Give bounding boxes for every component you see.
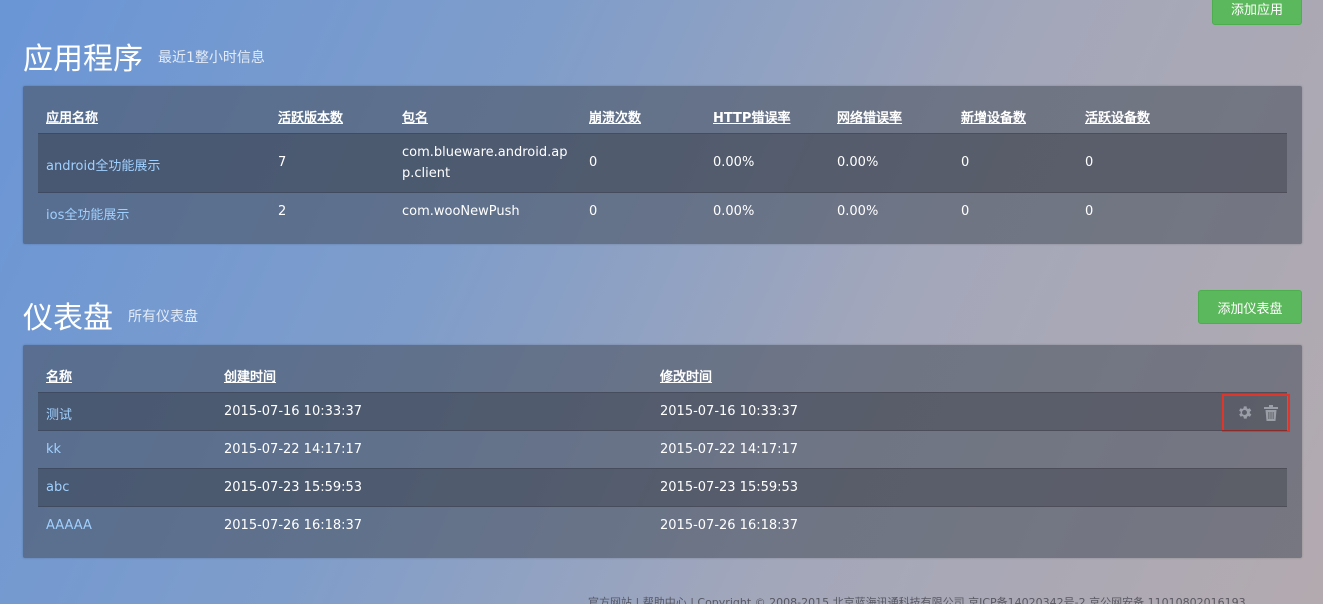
- app-name-link[interactable]: ios全功能展示: [46, 204, 129, 223]
- modified-time: 2015-07-26 16:18:37: [660, 518, 799, 533]
- col-header-active-versions[interactable]: 活跃版本数: [278, 107, 343, 126]
- http-error-value: 0.00%: [713, 204, 755, 219]
- network-error-value: 0.00%: [837, 155, 879, 170]
- new-devices-value: 0: [961, 155, 970, 170]
- modified-time: 2015-07-16 10:33:37: [660, 404, 799, 419]
- dashboard-name-link[interactable]: AAAAA: [46, 518, 92, 533]
- dashboard-name-link[interactable]: 测试: [46, 404, 72, 423]
- active-devices-value: 0: [1085, 204, 1094, 219]
- dashboard-name-link[interactable]: kk: [46, 442, 61, 457]
- dashboards-section-title: 仪表盘: [23, 301, 113, 336]
- package-name-value: com.blueware.android.ap: [402, 145, 568, 160]
- new-devices-value: 0: [961, 204, 970, 219]
- created-time: 2015-07-16 10:33:37: [224, 404, 363, 419]
- crashes-value: 0: [589, 204, 598, 219]
- gear-icon[interactable]: [1236, 404, 1253, 425]
- col-header-modified[interactable]: 修改时间: [660, 366, 712, 385]
- crashes-value: 0: [589, 155, 598, 170]
- active-devices-value: 0: [1085, 155, 1094, 170]
- add-dashboard-button[interactable]: 添加仪表盘: [1198, 290, 1302, 324]
- created-time: 2015-07-23 15:59:53: [224, 480, 363, 495]
- table-row: [38, 134, 1287, 192]
- modified-time: 2015-07-23 15:59:53: [660, 480, 799, 495]
- col-header-crashes[interactable]: 崩溃次数: [589, 107, 641, 126]
- col-header-new-devices[interactable]: 新增设备数: [961, 107, 1026, 126]
- table-divider: [38, 430, 1287, 431]
- apps-section-title: 应用程序: [23, 42, 143, 77]
- network-error-value: 0.00%: [837, 204, 879, 219]
- active-versions-value: 2: [278, 204, 287, 219]
- app-name-link[interactable]: android全功能展示: [46, 155, 160, 174]
- col-header-network-error[interactable]: 网络错误率: [837, 107, 902, 126]
- col-header-app-name[interactable]: 应用名称: [46, 107, 98, 126]
- created-time: 2015-07-26 16:18:37: [224, 518, 363, 533]
- package-name-value-cont: p.client: [402, 166, 451, 181]
- dashboards-table: 名称 创建时间 修改时间 测试 2015-07-16 10:33:37 2015…: [23, 345, 1302, 558]
- apps-section-subtitle: 最近1整小时信息: [158, 50, 265, 66]
- package-name-value: com.wooNewPush: [402, 204, 520, 219]
- col-header-name[interactable]: 名称: [46, 366, 72, 385]
- dashboards-section-subtitle: 所有仪表盘: [128, 309, 198, 325]
- table-divider: [38, 192, 1287, 193]
- add-app-button[interactable]: 添加应用: [1212, 0, 1302, 25]
- dashboard-name-link[interactable]: abc: [46, 480, 69, 495]
- created-time: 2015-07-22 14:17:17: [224, 442, 363, 457]
- col-header-active-devices[interactable]: 活跃设备数: [1085, 107, 1150, 126]
- modified-time: 2015-07-22 14:17:17: [660, 442, 799, 457]
- col-header-package[interactable]: 包名: [402, 107, 428, 126]
- row-actions-highlight: [1222, 394, 1290, 432]
- col-header-http-error[interactable]: HTTP错误率: [713, 107, 790, 126]
- active-versions-value: 7: [278, 155, 287, 170]
- http-error-value: 0.00%: [713, 155, 755, 170]
- table-divider: [38, 506, 1287, 507]
- trash-icon[interactable]: [1264, 405, 1278, 425]
- footer-text: 官方网站 | 帮助中心 | Copyright © 2008-2015 北京蓝海…: [588, 596, 1246, 604]
- col-header-created[interactable]: 创建时间: [224, 366, 276, 385]
- apps-table: 应用名称 活跃版本数 包名 崩溃次数 HTTP错误率 网络错误率 新增设备数 活…: [23, 86, 1302, 244]
